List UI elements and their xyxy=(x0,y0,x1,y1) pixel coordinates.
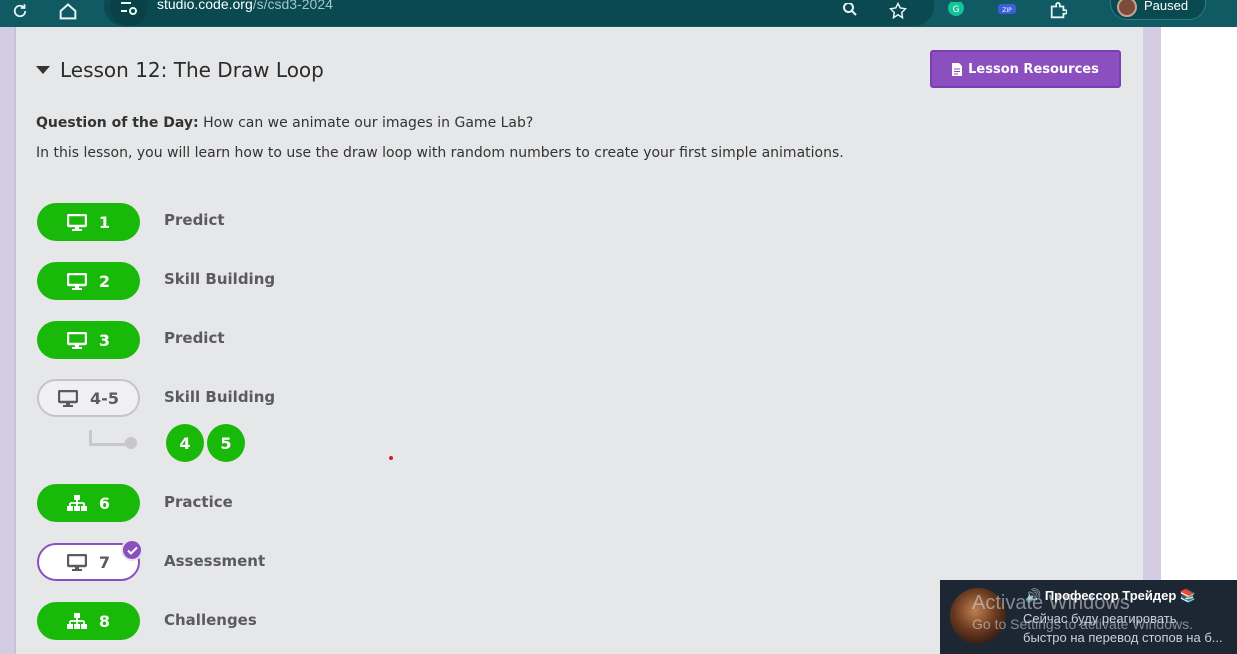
level-number: 6 xyxy=(98,493,111,513)
level-bubble-4-5[interactable]: 4-5 xyxy=(37,379,140,417)
svg-text:G: G xyxy=(953,5,960,15)
sublevel-connector-dot xyxy=(125,437,137,449)
monitor-icon xyxy=(66,331,87,349)
level-bubble-2[interactable]: 2 xyxy=(37,262,140,300)
page-left-border xyxy=(0,27,14,654)
activity-label-challenges[interactable]: Challenges xyxy=(164,611,257,629)
svg-text:ZIP: ZIP xyxy=(1002,7,1012,14)
lesson-resources-button[interactable]: Lesson Resources xyxy=(930,50,1121,88)
level-bubble-1[interactable]: 1 xyxy=(37,203,140,241)
url-host: studio.code.org xyxy=(157,0,253,12)
level-number: 4-5 xyxy=(90,388,119,408)
bookmark-star-icon[interactable] xyxy=(884,0,912,22)
lesson-header[interactable]: Lesson 12: The Draw Loop xyxy=(36,58,324,82)
sublevel-bubble-5[interactable]: 5 xyxy=(207,424,245,462)
activity-label-predict[interactable]: Predict xyxy=(164,211,225,229)
profile-avatar xyxy=(1117,0,1137,17)
url-path: /s/csd3-2024 xyxy=(252,0,333,12)
lesson-resources-label: Lesson Resources xyxy=(968,61,1099,77)
level-bubble-3[interactable]: 3 xyxy=(37,321,140,359)
zip-extension-icon[interactable]: ZIP xyxy=(993,0,1021,22)
notification-line-2: быстро на перевод стопов на б... xyxy=(1023,630,1223,645)
question-of-the-day: Question of the Day: How can we animate … xyxy=(36,115,533,131)
qotd-text: How can we animate our images in Game La… xyxy=(198,115,534,131)
level-number: 3 xyxy=(98,330,111,350)
monitor-icon xyxy=(66,272,87,290)
zoom-icon[interactable] xyxy=(836,0,864,22)
sitemap-icon xyxy=(66,494,87,511)
sublevel-bubble-4[interactable]: 4 xyxy=(166,424,204,462)
sitemap-icon xyxy=(66,612,87,629)
activate-windows-title: Activate Windows xyxy=(972,592,1130,614)
activity-label-assessment[interactable]: Assessment xyxy=(164,552,265,570)
monitor-icon xyxy=(58,389,79,407)
lesson-description: In this lesson, you will learn how to us… xyxy=(36,145,844,161)
extensions-puzzle-icon[interactable] xyxy=(1044,0,1072,22)
activity-label-practice[interactable]: Practice xyxy=(164,493,233,511)
level-bubble-6[interactable]: 6 xyxy=(37,484,140,522)
document-icon xyxy=(952,62,963,76)
monitor-icon xyxy=(66,213,87,231)
qotd-label: Question of the Day: xyxy=(36,115,199,131)
page-right-border xyxy=(1143,27,1161,654)
reload-icon[interactable] xyxy=(6,0,34,22)
lesson-title: Lesson 12: The Draw Loop xyxy=(60,58,324,82)
collapse-caret-icon[interactable] xyxy=(36,66,50,74)
url-text[interactable]: studio.code.org/s/csd3-2024 xyxy=(157,0,333,12)
activity-label-skill-building[interactable]: Skill Building xyxy=(164,270,275,288)
level-number: 2 xyxy=(98,271,111,291)
level-bubble-8[interactable]: 8 xyxy=(37,602,140,640)
activity-label-skill-building-2[interactable]: Skill Building xyxy=(164,388,275,406)
level-number: 8 xyxy=(98,611,111,631)
level-number: 7 xyxy=(98,552,111,572)
profile-status: Paused xyxy=(1144,0,1189,13)
grammarly-extension-icon[interactable]: G xyxy=(942,0,970,22)
profile-button[interactable]: Paused xyxy=(1110,0,1206,20)
level-number: 1 xyxy=(98,212,111,232)
browser-toolbar: studio.code.org/s/csd3-2024 G ZIP Paused xyxy=(0,0,1237,27)
activate-windows-subtitle: Go to Settings to activate Windows. xyxy=(972,616,1193,632)
cursor-dot xyxy=(389,456,393,460)
monitor-icon xyxy=(66,553,87,571)
home-icon[interactable] xyxy=(54,0,82,22)
activity-label-predict-2[interactable]: Predict xyxy=(164,329,225,347)
submitted-check-icon xyxy=(121,539,143,561)
